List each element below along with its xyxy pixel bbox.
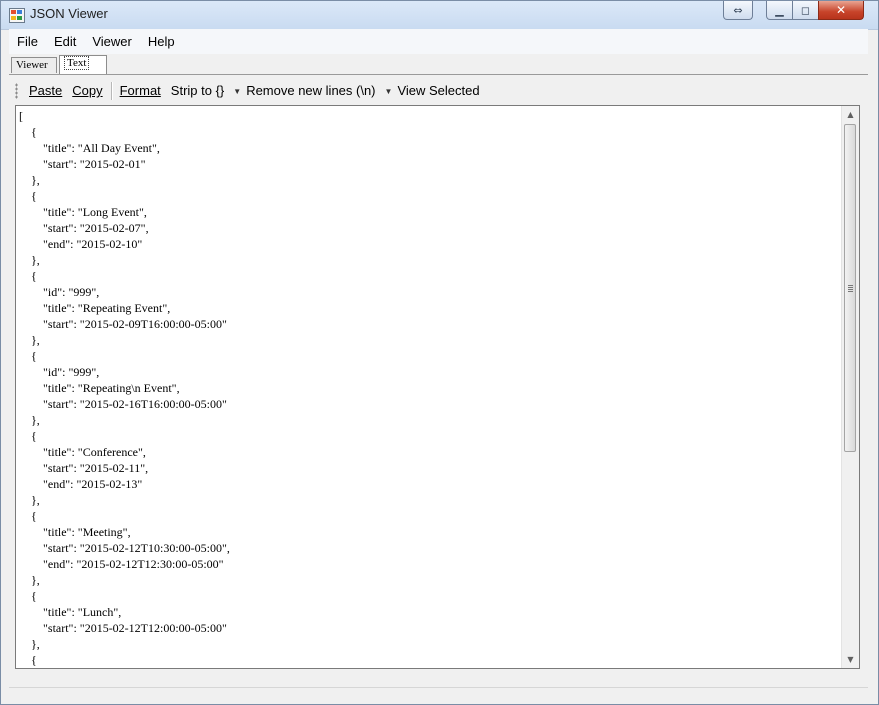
code-line: }, bbox=[19, 637, 40, 651]
restore-arrows-icon[interactable]: ⇔ bbox=[723, 1, 753, 20]
tab-text[interactable]: Text bbox=[59, 55, 107, 74]
tab-strip: Viewer Text bbox=[9, 54, 868, 75]
copy-button-label: Copy bbox=[72, 83, 103, 98]
code-line: { bbox=[19, 349, 37, 363]
view-selected-button[interactable]: View Selected bbox=[392, 80, 484, 102]
code-line: [ bbox=[19, 109, 23, 123]
window-title: JSON Viewer bbox=[30, 6, 108, 21]
code-line: "title": "Meeting", bbox=[19, 525, 131, 539]
code-line: "title": "Repeating Event", bbox=[19, 301, 171, 315]
code-line: "start": "2015-02-09T16:00:00-05:00" bbox=[19, 317, 227, 331]
code-line: { bbox=[19, 509, 37, 523]
paste-button[interactable]: Paste bbox=[24, 80, 67, 102]
strip-dropdown-arrow-icon[interactable]: ▼ bbox=[233, 87, 241, 96]
json-text-editor[interactable]: [ { "title": "All Day Event", "start": "… bbox=[15, 105, 860, 669]
scrollbar-thumb[interactable] bbox=[844, 124, 856, 452]
menu-file[interactable]: File bbox=[9, 29, 46, 54]
toolbar: Paste Copy Format Strip to {} ▼ Remove n… bbox=[9, 79, 860, 103]
code-line: "title": "All Day Event", bbox=[19, 141, 160, 155]
code-line: { bbox=[19, 125, 37, 139]
code-line: { bbox=[19, 589, 37, 603]
toolbar-separator bbox=[110, 82, 112, 100]
menu-help[interactable]: Help bbox=[140, 29, 183, 54]
menu-bar: File Edit Viewer Help bbox=[9, 29, 868, 54]
code-line: { bbox=[19, 429, 37, 443]
app-window: JSON Viewer ⇔ ▁ ◻ ✕ File Edit Viewer Hel… bbox=[0, 0, 879, 705]
scrollbar-grip-icon bbox=[848, 285, 853, 292]
code-line: "end": "2015-02-10" bbox=[19, 237, 143, 251]
code-line: { bbox=[19, 189, 37, 203]
toolbar-grip[interactable] bbox=[15, 83, 18, 99]
chevron-down-icon[interactable]: ▼ bbox=[842, 651, 859, 668]
code-line: "end": "2015-02-13" bbox=[19, 477, 143, 491]
remove-newlines-button[interactable]: Remove new lines (\n) bbox=[241, 80, 380, 102]
code-line: "title": "Lunch", bbox=[19, 605, 122, 619]
minimize-icon[interactable]: ▁ bbox=[766, 1, 793, 20]
format-button-label: Format bbox=[119, 83, 161, 98]
code-line: "title": "Long Event", bbox=[19, 205, 147, 219]
code-line: "title": "Conference", bbox=[19, 445, 146, 459]
code-line: "start": "2015-02-11", bbox=[19, 461, 149, 475]
code-line: }, bbox=[19, 413, 40, 427]
format-button[interactable]: Format bbox=[115, 80, 166, 102]
code-line: "start": "2015-02-12T10:30:00-05:00", bbox=[19, 541, 230, 555]
app-icon[interactable] bbox=[9, 8, 25, 23]
code-line: }, bbox=[19, 333, 40, 347]
code-line: "end": "2015-02-12T12:30:00-05:00" bbox=[19, 557, 224, 571]
strip-button[interactable]: Strip to {} bbox=[166, 80, 229, 102]
vertical-scrollbar[interactable]: ▲ ▼ bbox=[841, 106, 859, 668]
tab-viewer[interactable]: Viewer bbox=[11, 57, 57, 73]
code-line: "start": "2015-02-16T16:00:00-05:00" bbox=[19, 397, 227, 411]
code-line: }, bbox=[19, 573, 40, 587]
menu-viewer[interactable]: Viewer bbox=[84, 29, 140, 54]
close-icon[interactable]: ✕ bbox=[818, 1, 864, 20]
status-bar bbox=[9, 687, 868, 704]
code-line: "id": "999", bbox=[19, 285, 100, 299]
code-line: { bbox=[19, 653, 37, 666]
code-line: { bbox=[19, 269, 37, 283]
code-line: }, bbox=[19, 253, 40, 267]
paste-button-label: Paste bbox=[29, 83, 63, 98]
code-line: "title": "Repeating\n Event", bbox=[19, 381, 180, 395]
remove-newlines-dropdown-arrow-icon[interactable]: ▼ bbox=[385, 87, 393, 96]
json-text-content[interactable]: [ { "title": "All Day Event", "start": "… bbox=[19, 108, 841, 666]
code-line: "start": "2015-02-07", bbox=[19, 221, 149, 235]
chevron-up-icon[interactable]: ▲ bbox=[842, 106, 859, 123]
menu-edit[interactable]: Edit bbox=[46, 29, 84, 54]
code-line: "start": "2015-02-01" bbox=[19, 157, 146, 171]
copy-button[interactable]: Copy bbox=[67, 80, 107, 102]
tab-text-label: Text bbox=[64, 56, 90, 70]
code-line: "id": "999", bbox=[19, 365, 100, 379]
title-bar[interactable]: JSON Viewer ⇔ ▁ ◻ ✕ bbox=[1, 1, 878, 30]
maximize-icon[interactable]: ◻ bbox=[792, 1, 819, 20]
code-line: }, bbox=[19, 493, 40, 507]
code-line: "start": "2015-02-12T12:00:00-05:00" bbox=[19, 621, 227, 635]
code-line: }, bbox=[19, 173, 40, 187]
